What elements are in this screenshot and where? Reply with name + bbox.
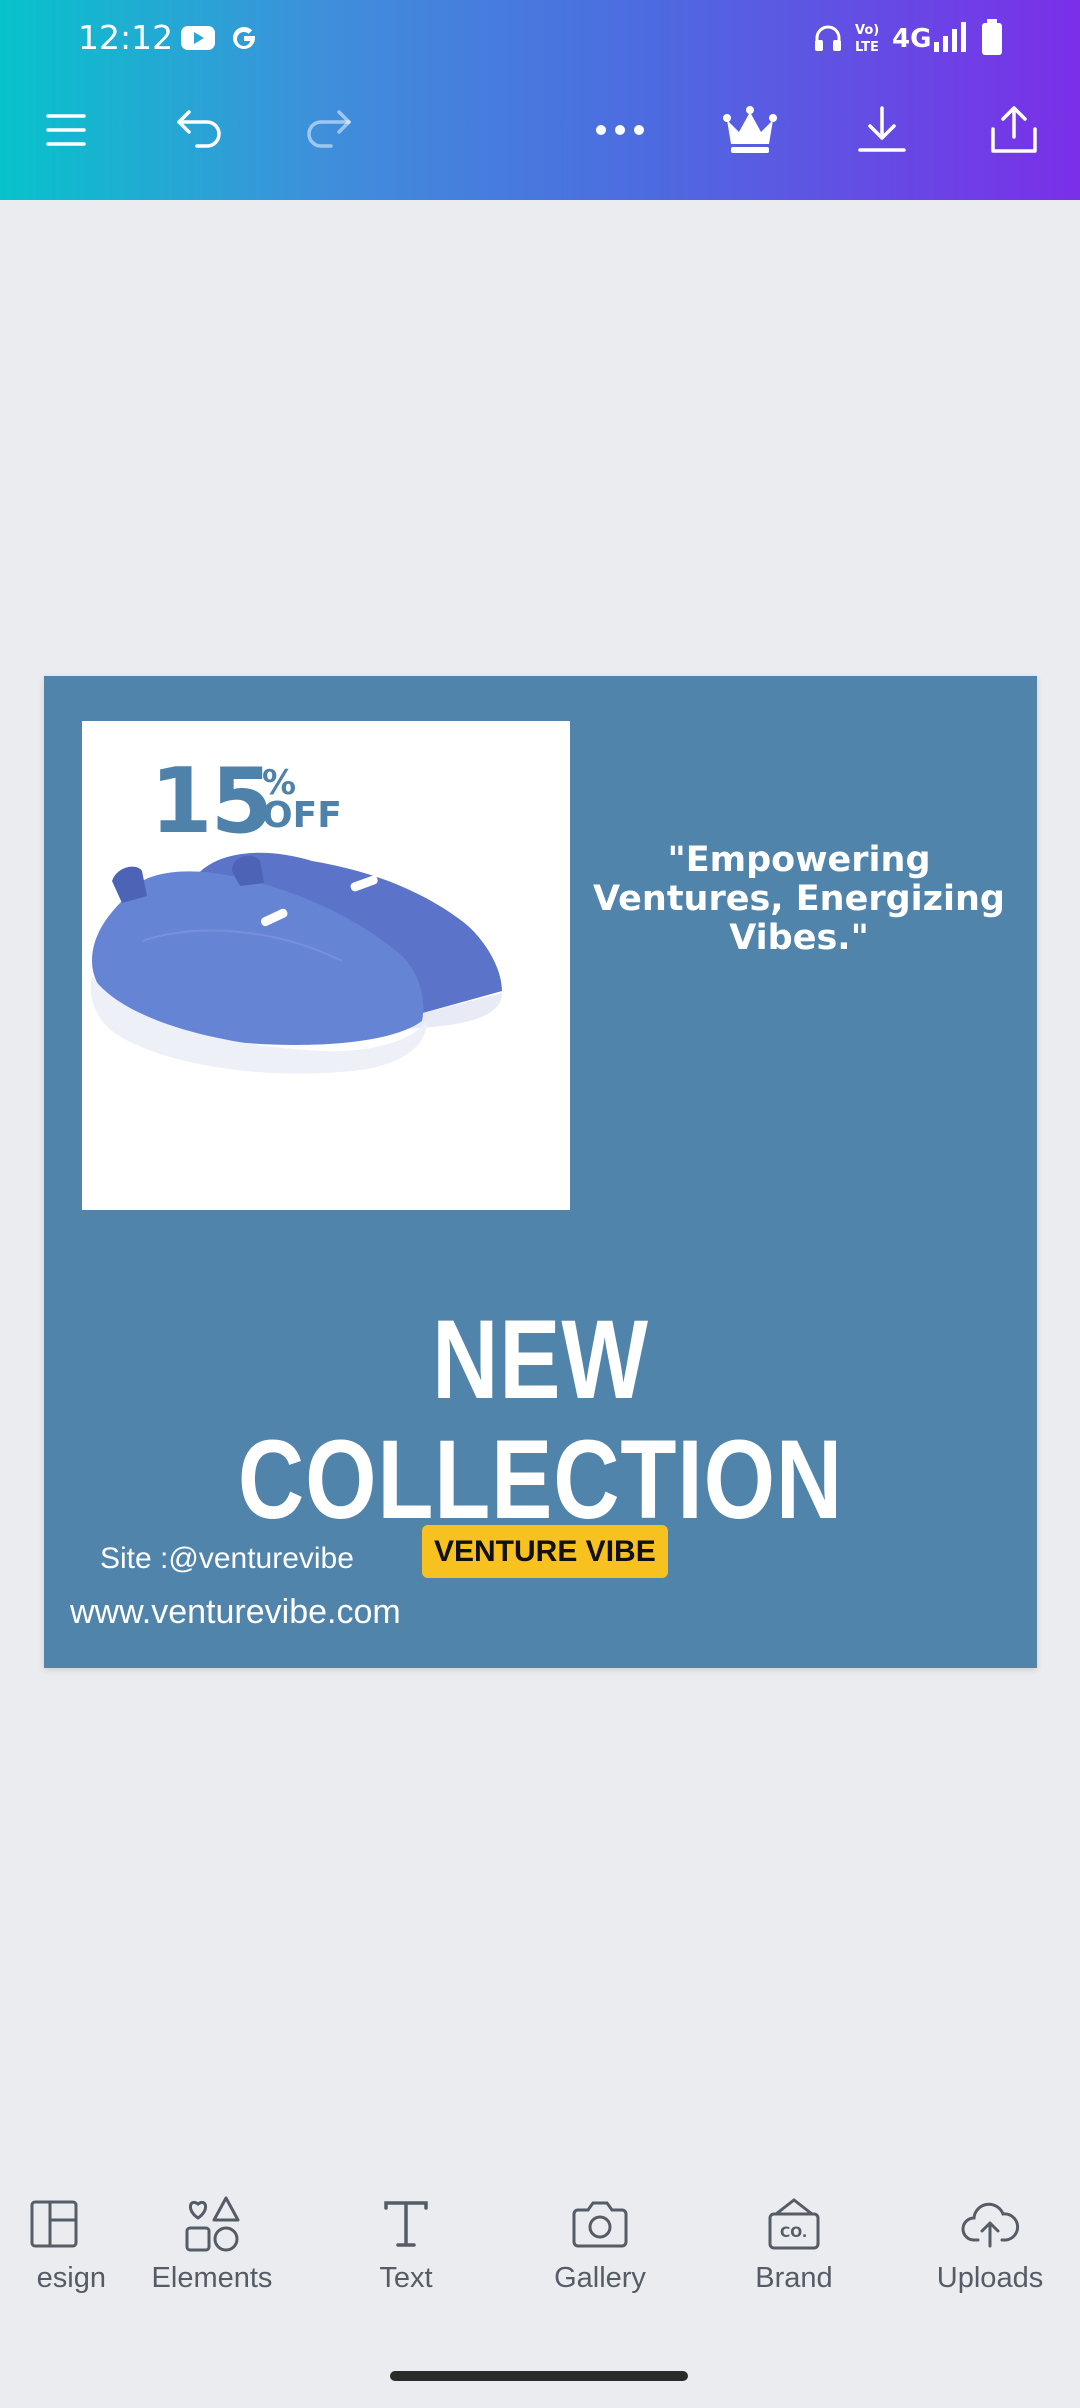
nav-text-label: Text bbox=[379, 2262, 433, 2294]
headline-text[interactable]: NEW COLLECTION bbox=[133, 1300, 947, 1540]
battery-icon bbox=[980, 18, 1004, 61]
headphones-icon bbox=[812, 22, 844, 59]
more-icon bbox=[593, 122, 647, 143]
svg-text:CO.: CO. bbox=[780, 2225, 807, 2241]
youtube-icon bbox=[180, 24, 216, 57]
menu-icon bbox=[44, 110, 88, 155]
elements-icon bbox=[122, 2192, 302, 2256]
top-toolbar: 12:12 Vo) LTE 4G bbox=[0, 0, 1080, 200]
undo-icon bbox=[173, 106, 227, 159]
upload-icon bbox=[900, 2192, 1080, 2256]
nav-brand-label: Brand bbox=[755, 2262, 833, 2294]
download-icon bbox=[856, 104, 908, 161]
nav-text[interactable]: Text bbox=[316, 2192, 496, 2295]
nav-elements-label: Elements bbox=[151, 2262, 273, 2294]
nav-uploads[interactable]: Uploads bbox=[900, 2192, 1080, 2295]
camera-icon bbox=[510, 2192, 690, 2256]
crown-icon bbox=[721, 104, 779, 161]
nav-elements[interactable]: Elements bbox=[122, 2192, 302, 2295]
shoes-illustration bbox=[90, 852, 502, 1074]
nav-gallery-label: Gallery bbox=[554, 2262, 646, 2294]
network-type: 4G bbox=[892, 24, 932, 54]
share-button[interactable] bbox=[982, 100, 1046, 164]
svg-text:Vo): Vo) bbox=[855, 23, 879, 38]
brand-icon: CO. bbox=[704, 2192, 884, 2256]
menu-button[interactable] bbox=[34, 100, 98, 164]
svg-text:LTE: LTE bbox=[855, 40, 879, 55]
signal-icon bbox=[930, 20, 968, 59]
design-icon bbox=[0, 2192, 112, 2256]
nav-brand[interactable]: CO. Brand bbox=[704, 2192, 884, 2295]
nav-uploads-label: Uploads bbox=[936, 2262, 1044, 2294]
redo-button[interactable] bbox=[296, 100, 360, 164]
undo-button[interactable] bbox=[168, 100, 232, 164]
home-indicator[interactable] bbox=[390, 2371, 688, 2381]
text-icon bbox=[316, 2192, 496, 2256]
redo-icon bbox=[301, 106, 355, 159]
site-handle-text[interactable]: Site :@venturevibe bbox=[100, 1542, 354, 1576]
design-canvas[interactable]: 15 % OFF "Empowering Ventures, Energizin… bbox=[44, 676, 1037, 1668]
more-button[interactable] bbox=[588, 100, 652, 164]
status-time: 12:12 bbox=[78, 18, 174, 57]
status-bar: 12:12 Vo) LTE 4G bbox=[0, 0, 1080, 80]
nav-gallery[interactable]: Gallery bbox=[510, 2192, 690, 2295]
website-url-text[interactable]: www.venturevibe.com bbox=[70, 1593, 401, 1632]
nav-design-label: esign bbox=[36, 2262, 106, 2294]
brand-badge[interactable]: VENTURE VIBE bbox=[422, 1525, 668, 1578]
bottom-nav: esign Elements Text Gallery CO. Brand Up… bbox=[0, 2170, 1080, 2310]
tagline-quote[interactable]: "Empowering Ventures, Energizing Vibes." bbox=[579, 841, 1019, 958]
product-image[interactable]: 15 % OFF bbox=[82, 721, 570, 1210]
premium-button[interactable] bbox=[718, 100, 782, 164]
google-icon bbox=[228, 22, 260, 59]
share-icon bbox=[987, 103, 1041, 162]
download-button[interactable] bbox=[850, 100, 914, 164]
volte-icon: Vo) LTE bbox=[852, 20, 886, 61]
nav-design[interactable]: esign bbox=[0, 2192, 112, 2295]
